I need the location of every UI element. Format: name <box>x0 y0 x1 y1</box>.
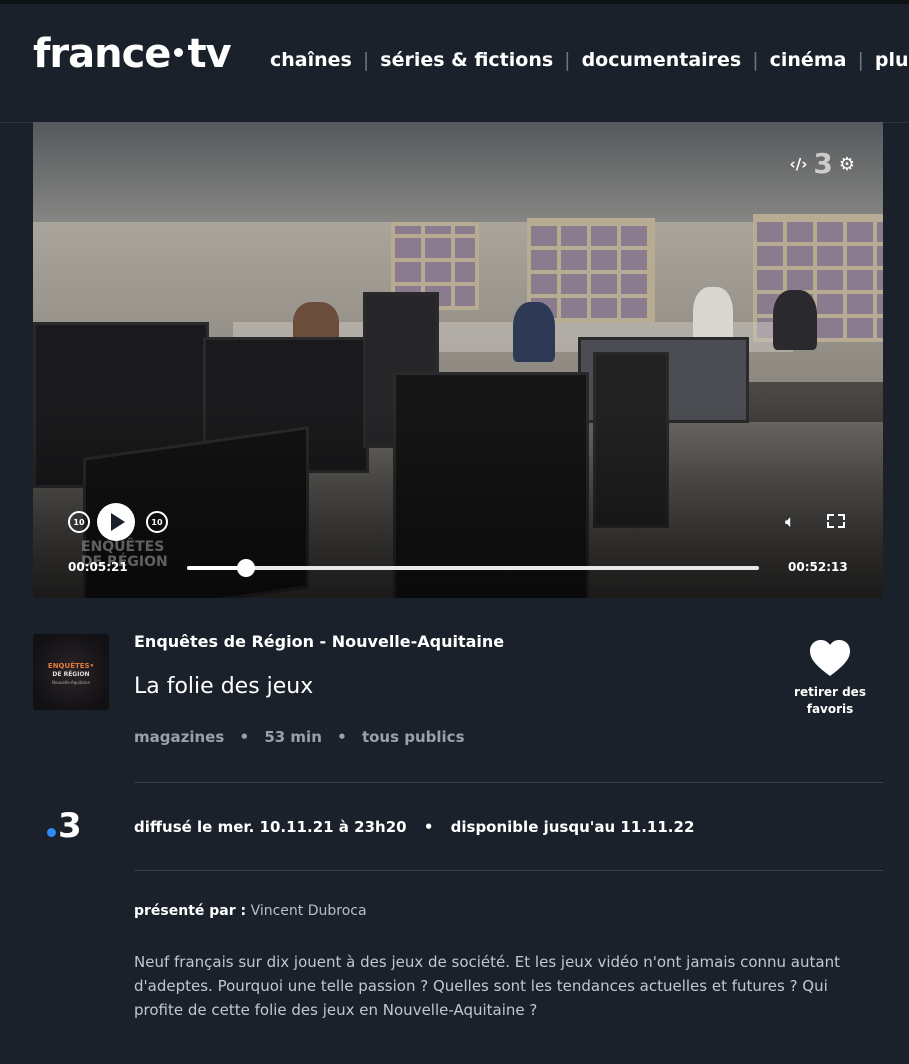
nav-separator: | <box>362 49 370 71</box>
nav-item-chaines[interactable]: chaînes <box>270 49 352 71</box>
thumbnail-subtitle: Nouvelle-Aquitaine <box>52 680 90 685</box>
channel-france3-logo[interactable]: 3 <box>47 806 82 846</box>
divider <box>134 782 883 783</box>
presenter-label: présenté par : <box>134 903 247 919</box>
volume-icon[interactable]: 🔈︎ <box>785 512 795 532</box>
remove-favorite-button[interactable]: retirer des favoris <box>784 638 876 718</box>
thumbnail-title-line2: DE RÉGION <box>52 671 90 678</box>
channel-3-icon: 3 <box>813 147 833 180</box>
nav-item-plus[interactable]: plus <box>875 49 909 71</box>
duration-time: 00:52:13 <box>788 560 848 574</box>
favorite-label: retirer des favoris <box>794 685 866 716</box>
nav-item-series-fictions[interactable]: séries & fictions <box>380 49 553 71</box>
rewind-10-icon[interactable]: 10 <box>68 511 90 533</box>
episode-title: La folie des jeux <box>134 674 314 699</box>
play-icon <box>111 513 125 531</box>
nav-separator: | <box>857 49 864 71</box>
nav-separator: | <box>564 49 571 71</box>
thumbnail-title-line1: ENQUÊTES• <box>47 662 95 670</box>
presenter-line: présenté par : Vincent Dubroca <box>134 903 367 919</box>
progress-handle[interactable] <box>236 559 255 577</box>
site-header: france tv chaînes | séries & fictions | d… <box>0 4 909 123</box>
program-description: Neuf français sur dix jouent à des jeux … <box>134 953 840 1019</box>
genre-label: magazines <box>134 728 225 746</box>
program-meta: magazines • 53 min • tous publics <box>134 728 465 746</box>
rating-label: tous publics <box>361 728 465 746</box>
presenter-name[interactable]: Vincent Dubroca <box>251 903 367 919</box>
play-button[interactable] <box>97 503 135 541</box>
duration-label: 53 min <box>264 728 322 746</box>
availability-date: disponible jusqu'au 11.11.22 <box>450 818 695 836</box>
nav-item-cinema[interactable]: cinéma <box>770 49 847 71</box>
program-thumbnail[interactable]: ENQUÊTES• DE RÉGION Nouvelle-Aquitaine <box>33 634 109 710</box>
nav-item-documentaires[interactable]: documentaires <box>582 49 742 71</box>
heart-icon[interactable] <box>808 638 852 678</box>
meta-bullet: • <box>239 728 250 746</box>
fullscreen-icon[interactable] <box>827 514 845 528</box>
meta-bullet: • <box>337 728 347 746</box>
gear-icon[interactable]: ⚙ <box>839 154 855 175</box>
main-nav: chaînes | séries & fictions | documentai… <box>270 49 909 71</box>
forward-10-icon[interactable]: 10 <box>146 511 168 533</box>
aired-date: diffusé le mer. 10.11.21 à 23h20 <box>134 818 407 836</box>
video-player[interactable]: ‹/› 3 ⚙ ENQUÊTES DE RÉGION 10 10 🔈︎ 00:05… <box>33 122 883 598</box>
player-top-icons: ‹/› 3 ⚙ <box>790 150 855 178</box>
broadcast-info: diffusé le mer. 10.11.21 à 23h20 • dispo… <box>134 818 694 836</box>
broadcast-bullet: • <box>423 818 434 836</box>
progress-bar[interactable] <box>187 559 759 577</box>
embed-icon[interactable]: ‹/› <box>790 155 808 173</box>
divider <box>134 870 883 871</box>
program-title[interactable]: Enquêtes de Région - Nouvelle-Aquitaine <box>134 632 504 651</box>
current-time: 00:05:21 <box>68 560 128 574</box>
france-tv-logo[interactable]: france tv <box>33 31 232 77</box>
nav-separator: | <box>752 49 759 71</box>
